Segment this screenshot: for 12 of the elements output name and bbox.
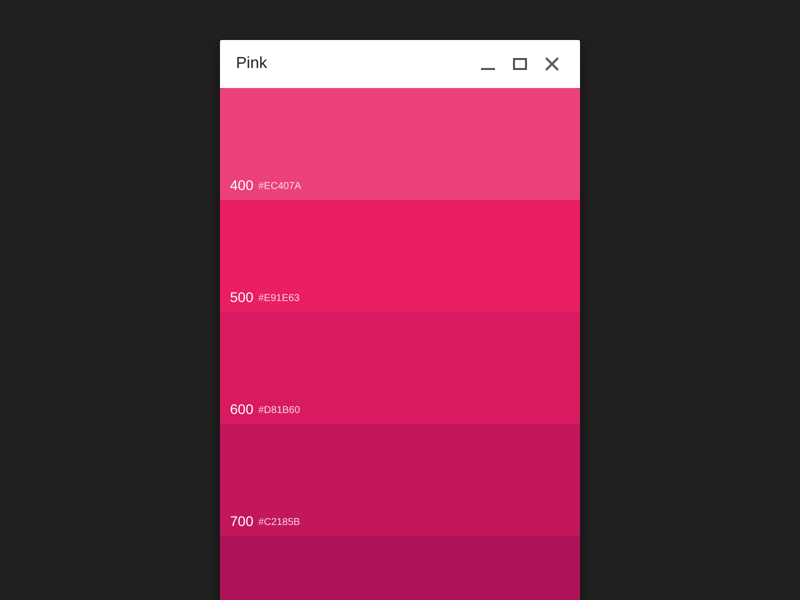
shade-label: 700 bbox=[230, 513, 254, 529]
maximize-icon bbox=[513, 58, 527, 70]
hex-code: #EC407A bbox=[258, 181, 302, 192]
window-title: Pink bbox=[236, 55, 268, 73]
hex-code: #D81B60 bbox=[258, 405, 300, 416]
hex-code: #C2185B bbox=[258, 517, 300, 528]
hex-code: #E91E63 bbox=[258, 293, 300, 304]
shade-label: 400 bbox=[230, 177, 254, 193]
minimize-icon bbox=[481, 68, 495, 70]
shade-label: 500 bbox=[230, 289, 254, 305]
close-icon bbox=[545, 57, 559, 71]
shade-label: 600 bbox=[230, 401, 254, 417]
